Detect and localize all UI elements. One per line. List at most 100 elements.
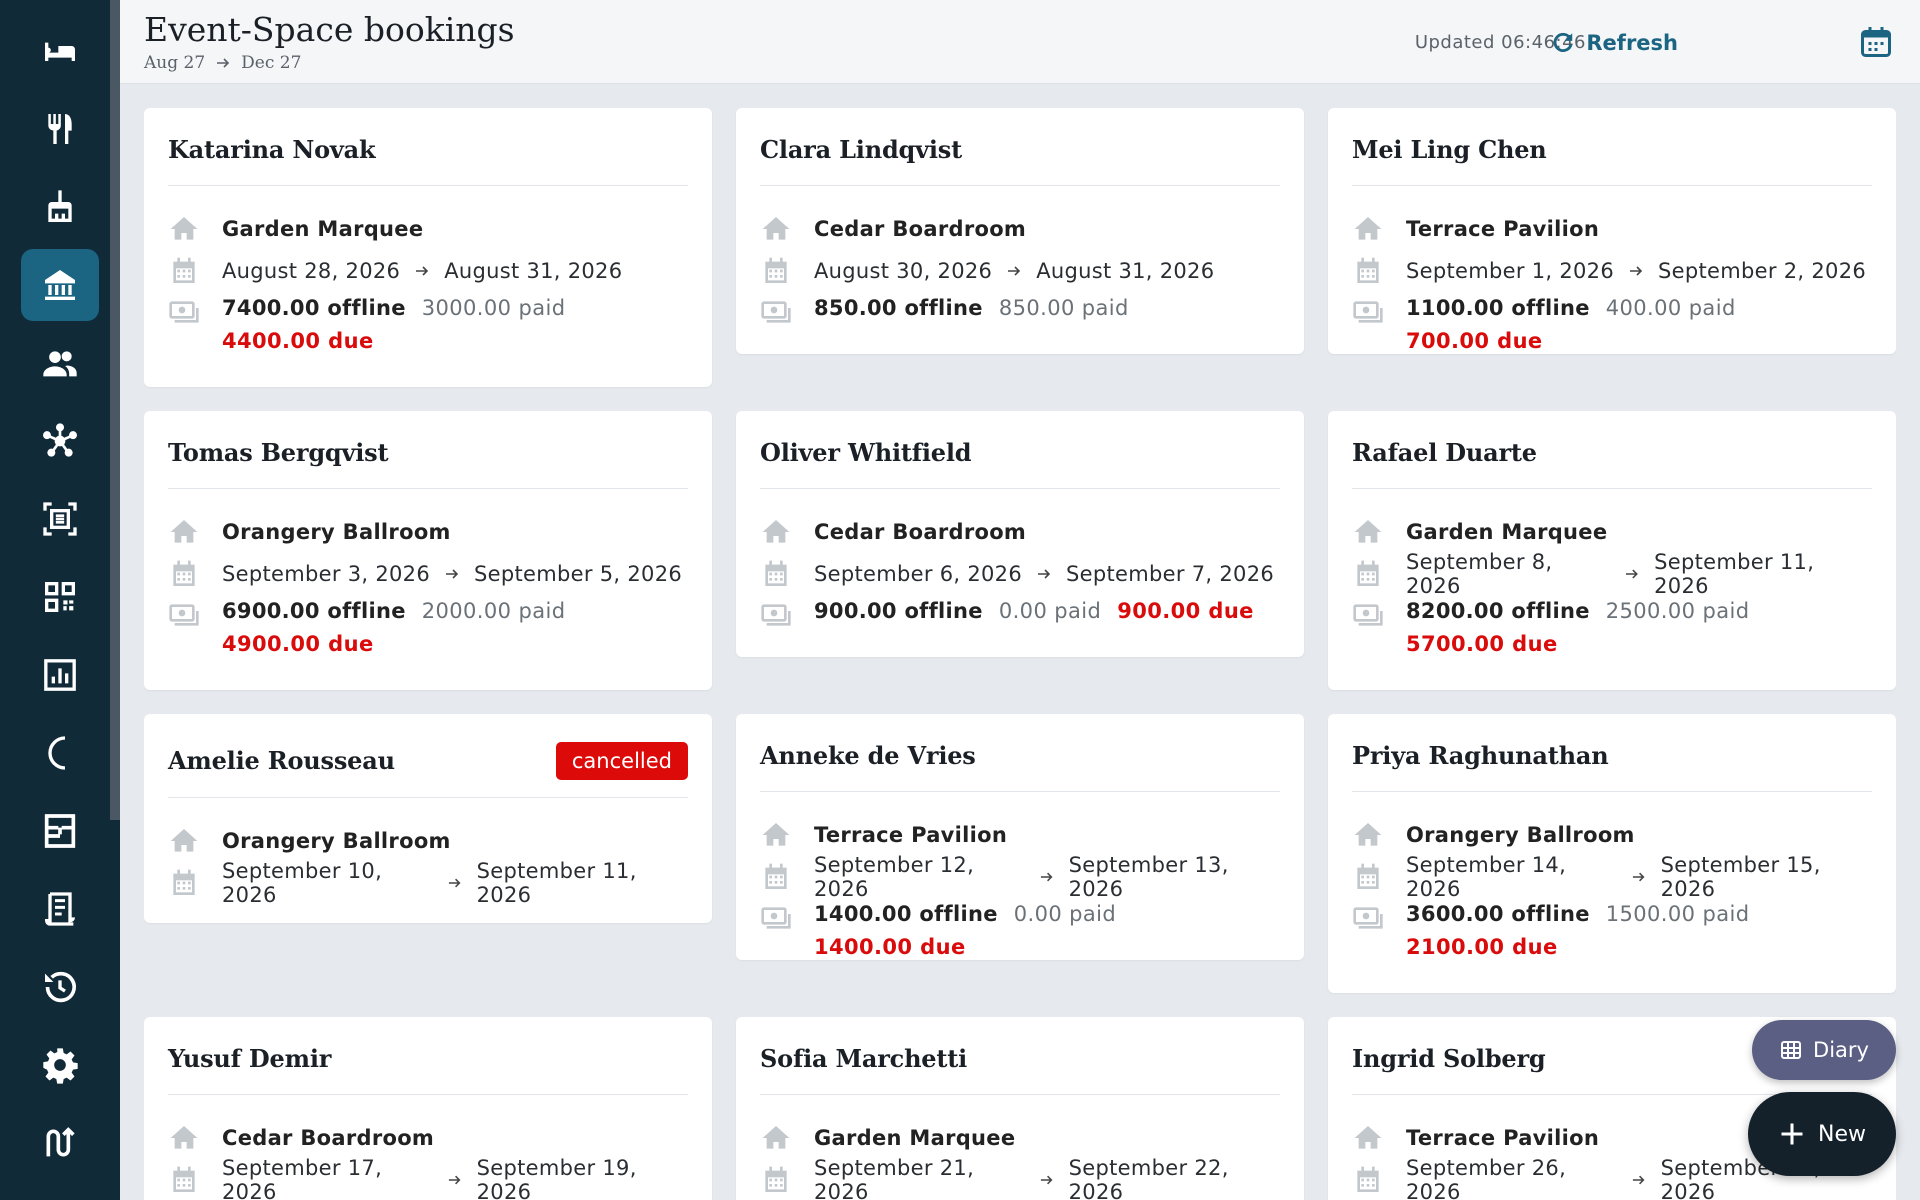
paid-amount: 1500.00 paid: [1605, 902, 1750, 926]
sidebar-scrollbar[interactable]: [110, 0, 120, 820]
money-icon: [1353, 907, 1383, 929]
booking-card[interactable]: Priya Raghunathan Orangery Ballroom Sept…: [1328, 714, 1896, 993]
new-booking-button[interactable]: New: [1748, 1092, 1896, 1176]
bookings-grid: Katarina Novak Garden Marquee August 28,…: [144, 108, 1896, 1200]
venue-icon: [170, 520, 198, 543]
start-date: August 28, 2026: [222, 259, 401, 283]
card-header: Clara Lindqvist: [760, 108, 1280, 186]
refresh-button[interactable]: Refresh: [1550, 26, 1678, 60]
venue-name: Garden Marquee: [1406, 520, 1608, 544]
booking-card[interactable]: Yusuf Demir Cedar Boardroom September 17…: [144, 1017, 712, 1200]
venue-icon: [170, 829, 198, 852]
venue-name: Garden Marquee: [814, 1126, 1016, 1150]
range-start: Aug 27: [144, 53, 206, 73]
venue-icon: [762, 1126, 790, 1149]
hub-icon: [43, 423, 77, 457]
guest-name: Amelie Rousseau: [168, 746, 395, 775]
venue-name: Terrace Pavilion: [1406, 1126, 1600, 1150]
sidebar-item-scan[interactable]: [21, 483, 99, 555]
due-amount: 5700.00 due: [1406, 632, 1558, 656]
card-header: Katarina Novak: [168, 108, 688, 186]
history-icon: [45, 971, 76, 1003]
booking-card[interactable]: Anneke de Vries Terrace Pavilion Septemb…: [736, 714, 1304, 960]
due-amount: 2100.00 due: [1406, 935, 1558, 959]
booking-card[interactable]: Katarina Novak Garden Marquee August 28,…: [144, 108, 712, 387]
new-label: New: [1818, 1121, 1866, 1147]
venue-name: Orangery Ballroom: [222, 829, 451, 853]
qr-code-icon: [45, 582, 75, 612]
booking-card[interactable]: Amelie Rousseau cancelled Orangery Ballr…: [144, 714, 712, 923]
guest-name: Anneke de Vries: [760, 741, 976, 770]
booking-card[interactable]: Mei Ling Chen Terrace Pavilion September…: [1328, 108, 1896, 354]
venue-icon: [170, 1126, 198, 1149]
venue-icon: [1354, 217, 1382, 240]
sidebar-item-hub[interactable]: [21, 405, 99, 477]
start-date: September 21, 2026: [814, 1156, 975, 1200]
sidebar-item-history[interactable]: [21, 951, 99, 1023]
offline-amount: 900.00 offline: [814, 599, 983, 623]
sidebar-item-floor-plan[interactable]: [21, 795, 99, 867]
start-date: September 10, 2026: [222, 859, 383, 907]
grid-icon: [1781, 1041, 1802, 1059]
venue-icon: [1354, 823, 1382, 846]
night-audit-icon: [48, 736, 66, 770]
sidebar-item-night-audit[interactable]: [21, 717, 99, 789]
calendar-icon[interactable]: [1858, 24, 1894, 60]
arrow-right-icon: [1008, 266, 1021, 276]
sidebar-item-settings[interactable]: [21, 1029, 99, 1101]
due-amount: 1400.00 due: [814, 935, 966, 959]
due-amount: 4400.00 due: [222, 329, 374, 353]
logo-icon: [46, 1127, 75, 1157]
sidebar-item-reports[interactable]: [21, 639, 99, 711]
due-amount: 700.00 due: [1406, 329, 1543, 353]
money-icon: [761, 907, 791, 929]
sidebar-item-guests[interactable]: [21, 327, 99, 399]
arrow-right-icon: [1041, 1175, 1053, 1185]
venue-name: Orangery Ballroom: [1406, 823, 1635, 847]
sidebar-item-rooms[interactable]: [21, 15, 99, 87]
sidebar-item-restaurant[interactable]: [21, 93, 99, 165]
booking-card[interactable]: Clara Lindqvist Cedar Boardroom August 3…: [736, 108, 1304, 354]
calendar-icon: [173, 560, 195, 586]
paid-amount: 850.00 paid: [998, 296, 1129, 320]
venue-name: Cedar Boardroom: [814, 217, 1027, 241]
arrow-right-icon: [1626, 569, 1639, 579]
booking-card[interactable]: Tomas Bergqvist Orangery Ballroom Septem…: [144, 411, 712, 690]
diary-button[interactable]: Diary: [1752, 1020, 1896, 1080]
sidebar-item-housekeeping[interactable]: [21, 171, 99, 243]
sidebar-item-invoices[interactable]: [21, 873, 99, 945]
offline-amount: 8200.00 offline: [1406, 599, 1590, 623]
arrow-right-icon: [217, 58, 230, 68]
booking-card[interactable]: Sofia Marchetti Garden Marquee September…: [736, 1017, 1304, 1200]
venue-icon: [1354, 520, 1382, 543]
sidebar-item-qr[interactable]: [21, 561, 99, 633]
range-end: Dec 27: [241, 53, 302, 73]
calendar-icon: [1357, 257, 1379, 283]
page-header: Event-Space bookings Aug 27 Dec 27 Updat…: [120, 0, 1920, 84]
venue-name: Orangery Ballroom: [222, 520, 451, 544]
guest-name: Clara Lindqvist: [760, 135, 962, 164]
money-icon: [169, 604, 199, 626]
offline-amount: 7400.00 offline: [222, 296, 406, 320]
calendar-icon: [765, 863, 787, 889]
arrow-right-icon: [449, 878, 461, 888]
start-date: August 30, 2026: [814, 259, 993, 283]
paid-amount: 0.00 paid: [998, 599, 1102, 623]
card-header: Amelie Rousseau cancelled: [168, 714, 688, 798]
booking-card[interactable]: Rafael Duarte Garden Marquee September 8…: [1328, 411, 1896, 690]
guest-name: Oliver Whitfield: [760, 438, 972, 467]
venue-icon: [762, 217, 790, 240]
guests-icon: [43, 351, 77, 377]
start-date: September 12, 2026: [814, 853, 975, 901]
offline-amount: 6900.00 offline: [222, 599, 406, 623]
sidebar-item-event-space[interactable]: [21, 249, 99, 321]
booking-card[interactable]: Oliver Whitfield Cedar Boardroom Septemb…: [736, 411, 1304, 657]
arrow-right-icon: [1630, 266, 1643, 276]
paid-amount: 400.00 paid: [1605, 296, 1736, 320]
start-date: September 8, 2026: [1406, 550, 1553, 598]
end-date: August 31, 2026: [1036, 259, 1215, 283]
money-icon: [1353, 604, 1383, 626]
venue-icon: [762, 823, 790, 846]
sidebar-item-logo[interactable]: [21, 1107, 99, 1179]
card-header: Oliver Whitfield: [760, 411, 1280, 489]
